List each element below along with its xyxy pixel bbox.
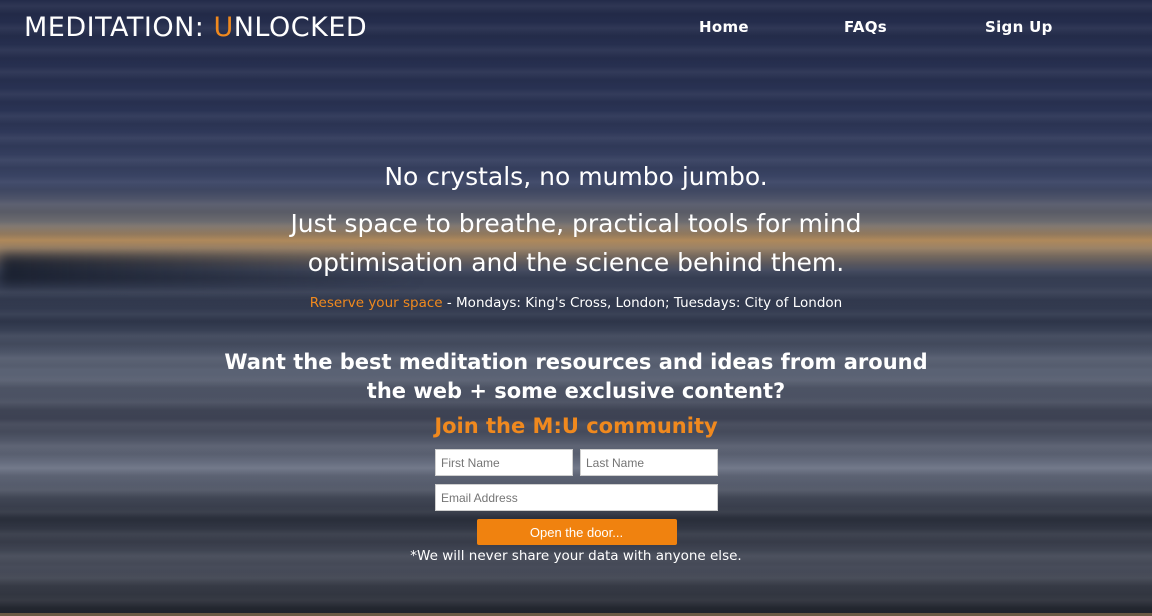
hero-tagline: No crystals, no mumbo jumbo.: [384, 162, 768, 191]
last-name-input[interactable]: [580, 449, 718, 476]
nav-faqs-link[interactable]: FAQs: [844, 18, 887, 36]
logo-accent-letter: U: [213, 12, 234, 43]
logo-text-part2: NLOCKED: [233, 12, 368, 43]
logo-text-part1: MEDITATION:: [24, 12, 214, 43]
email-input[interactable]: [435, 484, 718, 511]
signup-form: Open the door...: [435, 449, 718, 545]
open-the-door-button[interactable]: Open the door...: [476, 519, 677, 545]
reserve-line: Reserve your space - Mondays: King's Cro…: [0, 293, 1152, 313]
nav-home-link[interactable]: Home: [699, 18, 749, 36]
reserve-details: - Mondays: King's Cross, London; Tuesday…: [442, 295, 843, 311]
site-header: MEDITATION: UNLOCKED Home FAQs Sign Up: [0, 0, 1152, 58]
hero-description: Just space to breathe, practical tools f…: [290, 209, 862, 277]
privacy-disclaimer: *We will never share your data with anyo…: [410, 548, 742, 564]
name-row: [435, 449, 718, 476]
first-name-input[interactable]: [435, 449, 573, 476]
community-section: Want the best meditation resources and i…: [0, 348, 1152, 441]
hero-section: No crystals, no mumbo jumbo. Just space …: [0, 158, 1152, 313]
nav-signup-link[interactable]: Sign Up: [985, 18, 1053, 36]
community-join-title: Join the M:U community: [434, 414, 718, 438]
site-logo[interactable]: MEDITATION: UNLOCKED: [24, 12, 367, 43]
community-heading: Want the best meditation resources and i…: [224, 350, 928, 403]
reserve-space-link[interactable]: Reserve your space: [310, 295, 443, 311]
